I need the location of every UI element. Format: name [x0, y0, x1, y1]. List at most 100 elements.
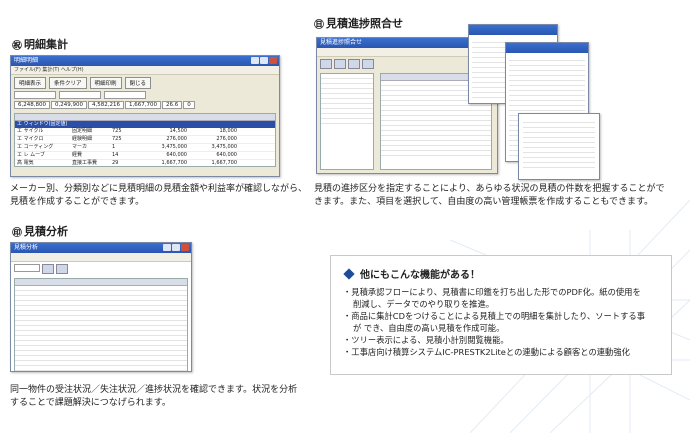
- table-header: [15, 114, 275, 121]
- total-value: 0,249,900: [51, 101, 87, 109]
- infobox-heading: 他にもこんな機能がある！: [343, 266, 480, 281]
- table-row[interactable]: 高 電気 直接工事費 29 1,667,700 1,667,700: [15, 160, 275, 166]
- feature-list: ・見積承認フローにより、見積書に印鑑を打ち出した形でのPDF化。紙の使用を 削減…: [343, 286, 665, 358]
- filter-select-2[interactable]: [59, 91, 101, 99]
- analysis-caption: 同一物件の受注状況／失注状況／進捗状況を確認できます。状況を分析 することで課題…: [10, 384, 310, 410]
- section-title-text: 見積進捗照合せ: [326, 17, 403, 30]
- window-title: 見積分析: [14, 244, 39, 251]
- cell: エ レ ムーブ: [17, 152, 45, 158]
- cell: 高 電気: [17, 160, 34, 166]
- toolbar-button[interactable]: [334, 59, 346, 69]
- cell: 1,667,700: [161, 160, 187, 166]
- total-value: 1,667,700: [125, 101, 161, 109]
- caption-line: することで課題解決につなげられます。: [10, 398, 171, 408]
- minimize-icon[interactable]: [163, 244, 171, 251]
- detail-caption: メーカー別、分類別などに見積明細の見積金額や利益率が確認しながら、 見積を作成す…: [10, 183, 310, 209]
- filter-select-3[interactable]: [104, 91, 146, 99]
- section-mark: ㊞: [12, 227, 22, 239]
- other-features-box: 他にもこんな機能がある！ ・見積承認フローにより、見積書に印鑑を打ち出した形での…: [330, 255, 672, 375]
- cell: 29: [112, 160, 119, 166]
- feature-item: ・商品に集計CDをつけることによる見積上での明細を集計したり、ソートする事: [343, 311, 645, 321]
- caption-line: 同一物件の受注状況／失注状況／進捗状況を確認できます。状況を分析: [10, 385, 298, 395]
- menu-bar[interactable]: ファイル(F) 集計(T) ヘルプ(H): [11, 66, 279, 75]
- cell: 1: [112, 144, 116, 150]
- cell: 276,000: [216, 136, 237, 142]
- table-row[interactable]: エ サイクル 固定明細 725 14,500 18,000: [15, 128, 275, 136]
- table-row[interactable]: エ レ ムーブ 経費 14 640,000 640,000: [15, 152, 275, 160]
- analysis-window: 見積分析: [10, 242, 192, 372]
- cell: 経験明細: [72, 136, 93, 142]
- table-row-selected[interactable]: エ ウィンドウ(固定値): [15, 121, 275, 128]
- feature-item: ・ツリー表示による、見積小計別閲覧機能。: [343, 335, 509, 345]
- maximize-icon[interactable]: [172, 244, 180, 251]
- feature-item: 削減し、データでのやり取りを推進。: [353, 299, 495, 309]
- total-value: 4,582,216: [88, 101, 124, 109]
- filter-select[interactable]: [14, 264, 40, 272]
- window-title: 明細明細: [14, 57, 39, 64]
- toolbar-button-show[interactable]: 明細表示: [14, 77, 47, 89]
- cell: エ サイクル: [17, 128, 44, 134]
- detail-table[interactable]: エ ウィンドウ(固定値) エ サイクル 固定明細 725 14,500 18,0…: [14, 113, 276, 167]
- cell: 3,475,000: [211, 144, 237, 150]
- cell: 725: [112, 128, 122, 134]
- cell: 640,000: [166, 152, 187, 158]
- toolbar-button[interactable]: [56, 264, 68, 274]
- total-value: 26.6: [162, 101, 183, 109]
- analysis-section-title: ㊞ 見積分析: [12, 223, 68, 239]
- cell: 経費: [72, 152, 83, 158]
- caption-line: 見積の進捗区分を指定することにより、あらゆる状況の見積の件数を把握することがで: [314, 184, 665, 194]
- toolbar-button-close[interactable]: 閉じる: [124, 77, 152, 89]
- window-title: 見積進捗照合せ: [320, 39, 363, 46]
- feature-item: が でき、自由度の高い見積を作成可能。: [353, 323, 505, 333]
- cell: 14,500: [169, 128, 188, 134]
- caption-line: メーカー別、分類別などに見積明細の見積金額や利益率が確認しながら、: [10, 184, 308, 194]
- toolbar-button-clear[interactable]: 条件クリア: [49, 77, 87, 89]
- filter-row: [11, 91, 279, 99]
- report-preview-3: [518, 113, 600, 180]
- cell: 直接工事費: [72, 160, 98, 166]
- maximize-icon[interactable]: [260, 57, 268, 64]
- section-title-text: 見積分析: [24, 225, 68, 238]
- cell: 640,000: [216, 152, 237, 158]
- cell: 18,000: [219, 128, 238, 134]
- totals-row: 6,248,800 0,249,900 4,582,216 1,667,700 …: [11, 99, 279, 111]
- filter-select-1[interactable]: [14, 91, 56, 99]
- cell: 725: [112, 136, 122, 142]
- progress-tree[interactable]: [320, 73, 374, 170]
- cell: 3,475,000: [161, 144, 187, 150]
- cell: 固定明細: [72, 128, 93, 134]
- table-row[interactable]: エ コーティング マーカ 1 3,475,000 3,475,000: [15, 144, 275, 152]
- toolbar-button[interactable]: [42, 264, 54, 274]
- feature-item: ・見積承認フローにより、見積書に印鑑を打ち出した形でのPDF化。紙の使用を: [343, 287, 641, 297]
- toolbar-button[interactable]: [320, 59, 332, 69]
- toolbar-button[interactable]: [362, 59, 374, 69]
- toolbar-button-print[interactable]: 明細印刷: [89, 77, 122, 89]
- close-icon[interactable]: [181, 244, 189, 251]
- close-icon[interactable]: [269, 57, 277, 64]
- cell: エ マイクロ: [17, 136, 44, 142]
- cell: エ ウィンドウ(固定値): [17, 121, 68, 127]
- cell: マーカ: [72, 144, 88, 150]
- toolbar: [11, 262, 191, 276]
- section-mark: ㊐: [314, 19, 324, 31]
- toolbar: 明細表示 条件クリア 明細印刷 閉じる: [11, 75, 279, 91]
- progress-caption: 見積の進捗区分を指定することにより、あらゆる状況の見積の件数を把握することがで …: [314, 183, 684, 209]
- detail-section-title: ㊗ 明細集計: [12, 36, 68, 52]
- progress-section-title: ㊐ 見積進捗照合せ: [314, 15, 403, 31]
- detail-window: 明細明細 ファイル(F) 集計(T) ヘルプ(H) 明細表示 条件クリア 明細印…: [10, 55, 280, 177]
- toolbar-button[interactable]: [348, 59, 360, 69]
- total-value: 6,248,800: [14, 101, 50, 109]
- section-title-text: 明細集計: [24, 38, 68, 51]
- section-mark: ㊗: [12, 40, 22, 52]
- caption-line: 見積を作成することができます。: [10, 197, 145, 207]
- cell: 14: [112, 152, 119, 158]
- menu-bar[interactable]: [11, 253, 191, 262]
- caption-line: きます。また、項目を選択して、自由度の高い管理帳票を作成することもできます。: [314, 197, 654, 207]
- window-titlebar: 明細明細: [11, 56, 279, 66]
- window-titlebar: [469, 25, 557, 35]
- table-row[interactable]: エ マイクロ 経験明細 725 276,000 276,000: [15, 136, 275, 144]
- total-value: 0: [183, 101, 195, 109]
- minimize-icon[interactable]: [251, 57, 259, 64]
- window-titlebar: 見積分析: [11, 243, 191, 253]
- analysis-table[interactable]: [14, 278, 188, 371]
